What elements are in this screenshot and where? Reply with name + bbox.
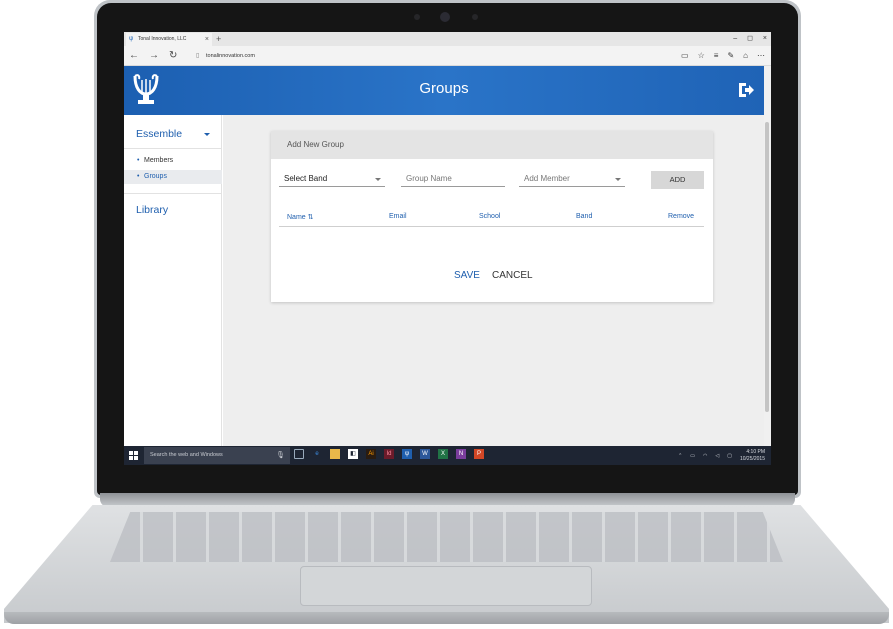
browser-tab[interactable]: ψ Tonal Innovation, LLC × [126, 33, 212, 46]
word-icon[interactable]: W [420, 449, 430, 459]
browser-toolbar: ▭ ☆ ≡ ✎ ⌂ ⋯ [681, 49, 765, 63]
clock-time: 4:10 PM [746, 448, 765, 455]
bullet-icon: • [137, 173, 140, 180]
tab-title: Tonal Innovation, LLC [138, 36, 187, 42]
page-scrollbar[interactable] [764, 66, 771, 446]
browser-address-bar: ← → ↻ ▯ tonalinnovation.com ▭ ☆ ≡ ✎ ⌂ ⋯ [124, 46, 771, 66]
file-explorer-icon[interactable] [330, 449, 340, 459]
lyre-app-icon[interactable]: ψ [402, 449, 412, 459]
page-title: Groups [419, 80, 469, 97]
sensor-left [414, 14, 420, 20]
more-icon[interactable]: ⋯ [757, 49, 765, 63]
trackpad [300, 566, 592, 606]
band-select[interactable]: Select Band [279, 171, 385, 187]
reading-view-icon[interactable]: ▭ [681, 49, 689, 63]
refresh-icon[interactable]: ↻ [169, 49, 177, 63]
keyboard [110, 512, 783, 562]
edge-browser-icon[interactable]: e [312, 449, 322, 459]
sidebar-item-label: Groups [144, 173, 167, 180]
maximize-icon[interactable]: ◻ [747, 32, 753, 46]
chevron-down-icon [375, 178, 381, 181]
excel-icon[interactable]: X [438, 449, 448, 459]
lyre-favicon-icon: ψ [129, 36, 134, 42]
store-icon[interactable]: ◧ [348, 449, 358, 459]
sidebar-item-groups[interactable]: • Groups [124, 170, 222, 184]
favorite-star-icon[interactable]: ☆ [698, 49, 705, 63]
system-tray: ⌃ ▭ ◠ ◁ ▢ 4:10 PM 10/25/2015 [678, 446, 765, 465]
volume-icon[interactable]: ◁ [715, 453, 719, 459]
group-name-input[interactable]: Group Name [401, 171, 505, 187]
browser-tab-bar: ψ Tonal Innovation, LLC × + – ◻ × [124, 32, 771, 46]
taskbar-search-input[interactable]: Search the web and Windows 🎙 [144, 447, 290, 464]
sidebar-item-label: Members [144, 157, 174, 164]
url-field[interactable]: ▯ tonalinnovation.com [196, 50, 646, 62]
laptop-hinge [100, 493, 795, 507]
sidebar: Essemble • Members • Groups Library [124, 115, 222, 446]
notifications-icon[interactable]: ▢ [727, 453, 732, 459]
screen: ψ Tonal Innovation, LLC × + – ◻ × ← → ↻ … [124, 32, 771, 465]
powerpoint-icon[interactable]: P [474, 449, 484, 459]
url-text: tonalinnovation.com [206, 53, 255, 59]
onenote-icon[interactable]: N [456, 449, 466, 459]
webcam [440, 12, 450, 22]
logout-icon[interactable] [736, 80, 756, 100]
cancel-button[interactable]: CANCEL [492, 270, 533, 281]
windows-taskbar: Search the web and Windows 🎙 e ◧ Ai Id ψ… [124, 446, 771, 465]
illustrator-icon[interactable]: Ai [366, 449, 376, 459]
minimize-icon[interactable]: – [733, 32, 737, 46]
sidebar-section-library[interactable]: Library [136, 204, 168, 216]
chevron-down-icon[interactable] [204, 133, 210, 136]
group-name-placeholder: Group Name [406, 174, 452, 183]
task-view-icon[interactable] [294, 449, 304, 459]
windows-start-icon[interactable] [129, 451, 138, 460]
column-header-email: Email [389, 213, 407, 220]
members-table-header: Name ⇅ Email School Band Remove [279, 211, 704, 227]
member-select[interactable]: Add Member [519, 171, 625, 187]
app-header: Groups [124, 66, 764, 115]
column-header-school: School [479, 213, 501, 220]
card-title: Add New Group [271, 131, 713, 159]
column-header-band: Band [576, 213, 593, 220]
hub-icon[interactable]: ≡ [714, 49, 719, 63]
add-button[interactable]: ADD [651, 171, 704, 189]
column-header-remove: Remove [668, 213, 695, 220]
new-tab-icon[interactable]: + [216, 33, 221, 45]
tab-close-icon[interactable]: × [205, 33, 209, 46]
battery-icon[interactable]: ▭ [690, 453, 695, 459]
band-select-value: Select Band [284, 174, 328, 183]
clock-date: 10/25/2015 [739, 455, 765, 462]
sensor-right [472, 14, 478, 20]
taskbar-clock[interactable]: 4:10 PM 10/25/2015 [740, 449, 765, 463]
chevron-down-icon [615, 178, 621, 181]
web-note-icon[interactable]: ✎ [727, 49, 734, 63]
scroll-thumb[interactable] [765, 122, 769, 412]
close-window-icon[interactable]: × [763, 32, 767, 46]
chevron-up-icon[interactable]: ⌃ [678, 453, 682, 459]
sidebar-item-members[interactable]: • Members [124, 154, 222, 168]
window-controls: – ◻ × [733, 32, 767, 46]
main-content: Add New Group Select Band Group Name Add… [223, 115, 764, 446]
column-header-name[interactable]: Name ⇅ [287, 213, 313, 221]
indesign-icon[interactable]: Id [384, 449, 394, 459]
forward-arrow-icon[interactable]: → [149, 49, 159, 63]
sidebar-divider [124, 148, 222, 149]
bullet-icon: • [137, 157, 140, 164]
laptop-deck-front [4, 612, 889, 624]
taskbar-search-placeholder: Search the web and Windows [150, 452, 223, 458]
sidebar-section-ensemble[interactable]: Essemble [136, 128, 182, 140]
microphone-icon[interactable]: 🎙 [276, 447, 285, 464]
wifi-icon[interactable]: ◠ [703, 453, 707, 459]
member-select-value: Add Member [524, 174, 570, 183]
laptop-scene: ψ Tonal Innovation, LLC × + – ◻ × ← → ↻ … [0, 0, 893, 629]
add-group-card: Add New Group Select Band Group Name Add… [271, 131, 713, 302]
taskbar-apps: e ◧ Ai Id ψ W X N P [294, 449, 484, 459]
sidebar-divider [124, 193, 222, 194]
save-button[interactable]: SAVE [454, 270, 480, 281]
share-icon[interactable]: ⌂ [743, 49, 748, 63]
back-arrow-icon[interactable]: ← [129, 49, 139, 63]
page-icon: ▯ [196, 53, 200, 59]
